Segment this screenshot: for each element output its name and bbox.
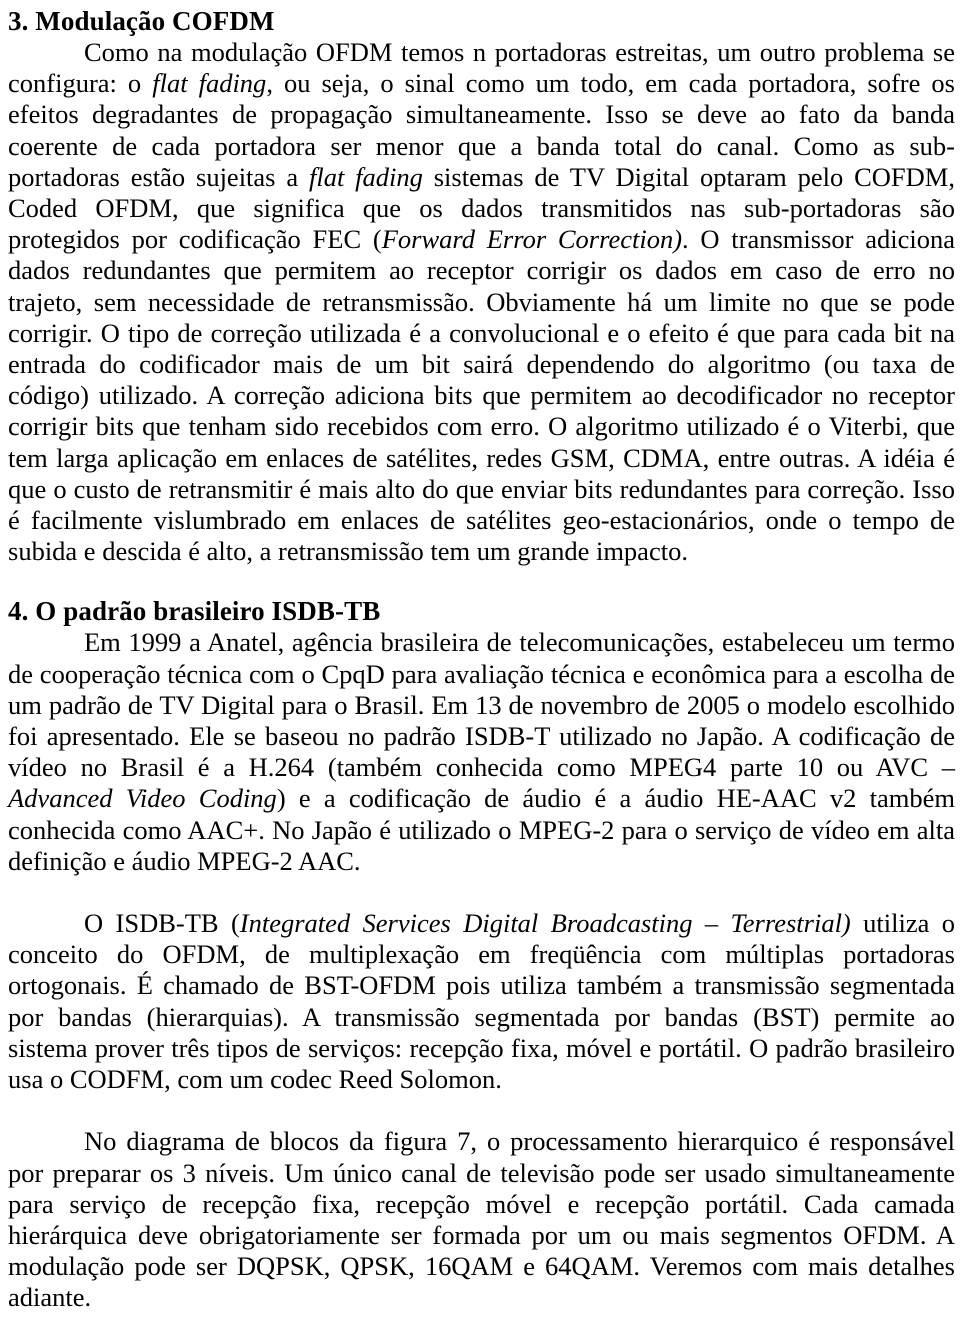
paragraph-4-1: Em 1999 a Anatel, agência brasileira de … — [8, 627, 955, 876]
italic-run: Advanced Video Coding — [8, 783, 277, 814]
paragraph-4-3: No diagrama de blocos da figura 7, o pro… — [8, 1126, 955, 1313]
section-heading-3: 3. Modulação COFDM — [8, 6, 275, 36]
italic-run: flat fading — [308, 161, 423, 192]
italic-run: Forward Error Correction) — [381, 224, 683, 255]
italic-run: Integrated Services Digital Broadcasting… — [239, 908, 851, 939]
paragraph-4-2: O ISDB-TB (Integrated Services Digital B… — [8, 908, 955, 1095]
paragraph-3-1: Como na modulação OFDM temos n portadora… — [8, 37, 955, 567]
document-page: 3. Modulação COFDM Como na modulação OFD… — [0, 0, 960, 1332]
italic-run: flat fading — [152, 68, 267, 99]
section-heading-4: 4. O padrão brasileiro ISDB-TB — [8, 596, 381, 627]
